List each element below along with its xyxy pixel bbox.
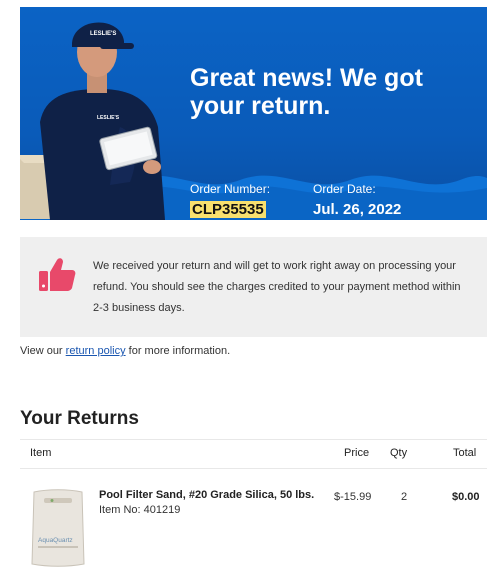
thumbs-up-icon (39, 258, 76, 291)
product-price: $-15.99 (334, 491, 372, 503)
return-policy-link[interactable]: return policy (66, 345, 126, 357)
product-name: Pool Filter Sand, #20 Grade Silica, 50 l… (99, 489, 315, 501)
email-page: LESLIE'S LESLIE'S Great news! We got you… (0, 0, 500, 571)
shirt-logo: LESLIE'S (97, 115, 120, 121)
returns-heading: Your Returns (20, 408, 139, 429)
product-item-number: Item No: 401219 (99, 504, 181, 516)
column-header-qty: Qty (390, 447, 408, 459)
product-qty: 2 (401, 491, 408, 503)
delivery-person-photo: LESLIE'S LESLIE'S (20, 22, 165, 220)
table-header-divider (20, 468, 487, 469)
column-header-total: Total (453, 447, 477, 459)
hero-banner: LESLIE'S LESLIE'S Great news! We got you… (20, 7, 487, 220)
product-bag-label: AquaQuartz (38, 537, 73, 544)
order-date-label: Order Date: (313, 182, 376, 196)
order-date-value: Jul. 26, 2022 (313, 201, 402, 218)
policy-line: View our return policy for more informat… (20, 345, 230, 357)
product-image: AquaQuartz (31, 489, 85, 567)
table-top-divider (20, 439, 487, 440)
order-number-label: Order Number: (190, 182, 271, 196)
column-header-item: Item (30, 447, 52, 459)
policy-suffix: for more information. (128, 345, 231, 357)
column-header-price: Price (344, 447, 370, 459)
notice-message: We received your return and will get to … (93, 260, 461, 314)
return-notice: We received your return and will get to … (20, 237, 487, 337)
order-number-value: CLP35535 (190, 201, 266, 218)
policy-prefix: View our (20, 345, 63, 357)
hero-headline: Great news! We got your return. (190, 64, 423, 120)
cap-logo: LESLIE'S (90, 31, 116, 37)
product-total: $0.00 (452, 491, 480, 503)
